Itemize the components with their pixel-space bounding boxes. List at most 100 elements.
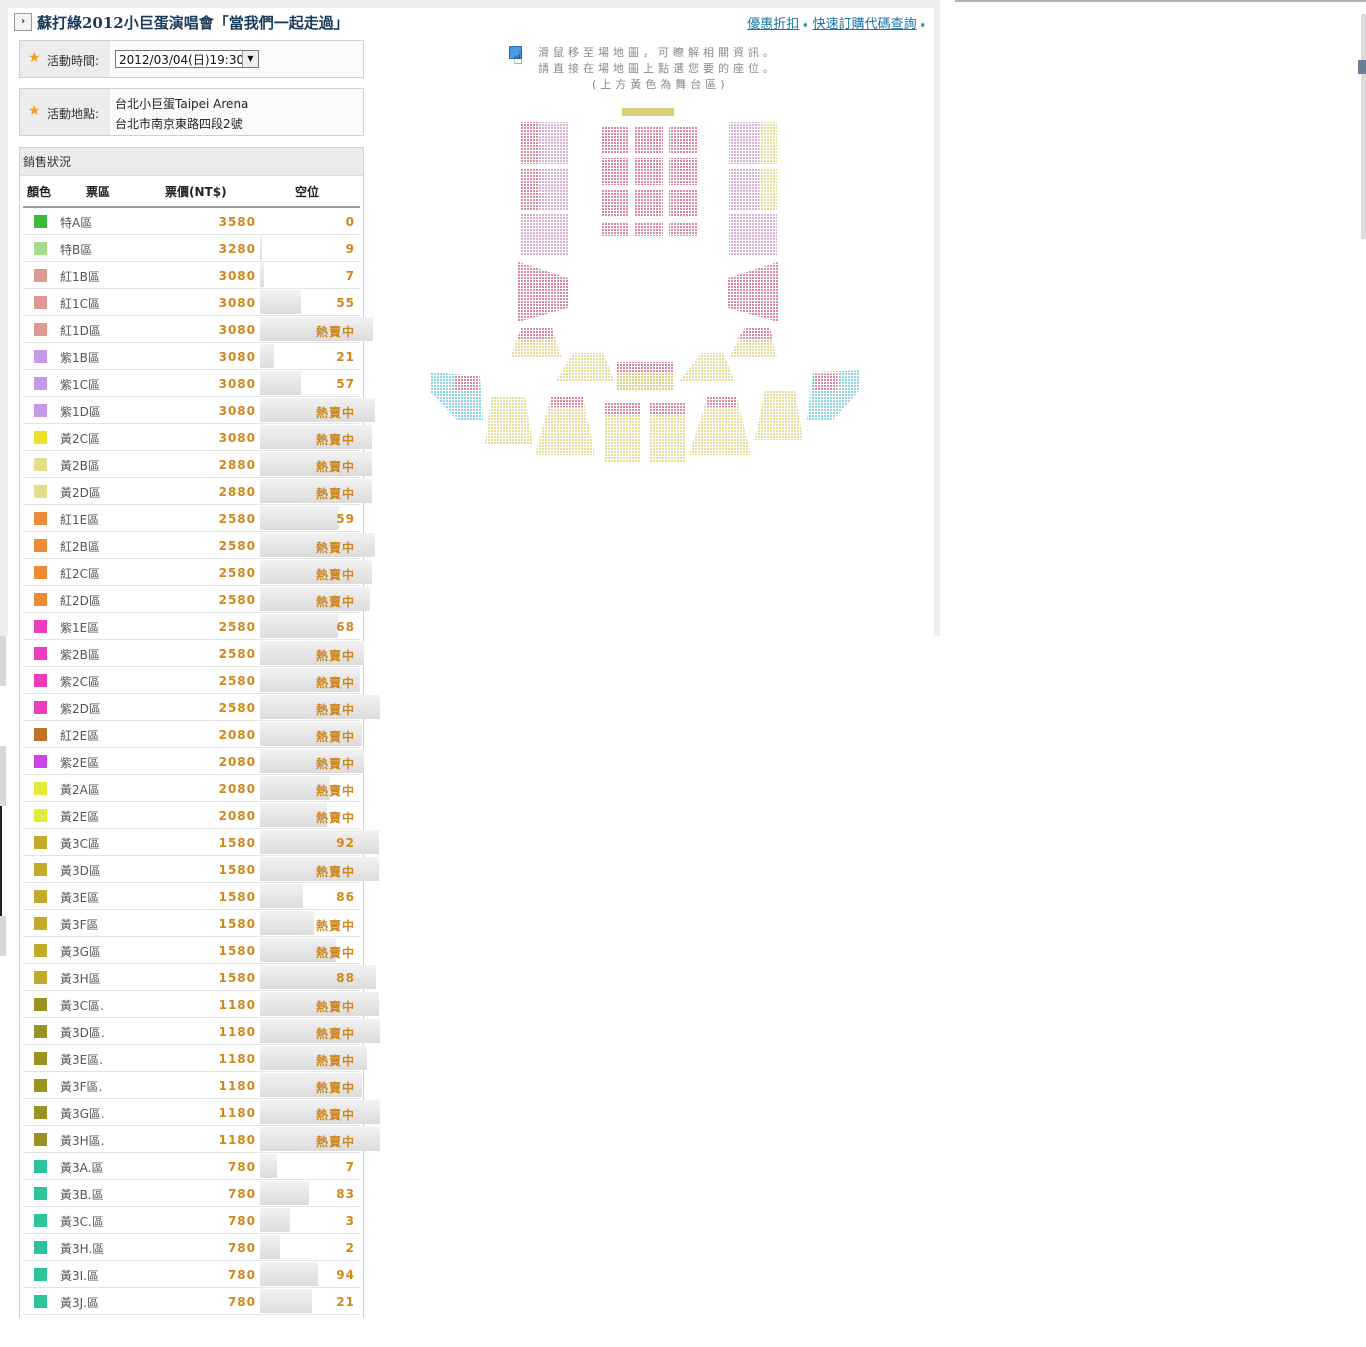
zone-name[interactable]: 黃2A區	[60, 781, 100, 798]
zone-name[interactable]: 黃3D區.	[60, 1024, 105, 1041]
seat-block[interactable]	[635, 222, 663, 236]
seat-block[interactable]	[635, 126, 663, 153]
zone-status: 熱賣中	[315, 1135, 355, 1149]
seat-block[interactable]	[669, 126, 697, 153]
seat-block[interactable]	[517, 328, 555, 340]
seat-block[interactable]	[707, 397, 737, 407]
seat-block[interactable]	[729, 214, 777, 256]
seat-block[interactable]	[737, 328, 773, 340]
zone-price: 3080	[218, 350, 256, 364]
zone-name[interactable]: 紫1D區	[60, 403, 101, 420]
seat-block[interactable]	[601, 190, 629, 217]
zone-name[interactable]: 紫2D區	[60, 700, 101, 717]
zone-name[interactable]: 黃3H.區	[60, 1240, 104, 1257]
seat-block[interactable]	[759, 122, 777, 164]
discount-link[interactable]: 優惠折扣	[747, 17, 799, 32]
zone-price: 3080	[218, 269, 256, 283]
seat-block[interactable]	[649, 402, 685, 414]
zone-name[interactable]: 黃3E區.	[60, 1051, 103, 1068]
availability-bar	[260, 614, 338, 638]
zone-name[interactable]: 黃3D區	[60, 862, 101, 879]
zone-name[interactable]: 紫1C區	[60, 376, 100, 393]
seat-block[interactable]	[555, 353, 615, 382]
scrollbar-track[interactable]	[1361, 14, 1366, 239]
seat-block[interactable]	[601, 222, 629, 236]
seat-block[interactable]	[759, 168, 777, 210]
seat-block[interactable]	[755, 390, 803, 440]
zone-name[interactable]: 黃3F區	[60, 916, 99, 933]
seat-block[interactable]	[455, 376, 479, 390]
zone-name[interactable]: 黃3C.區	[60, 1213, 104, 1230]
zone-name[interactable]: 黃3F區.	[60, 1078, 102, 1095]
zone-name[interactable]: 黃2C區	[60, 430, 100, 447]
zone-color-swatch	[34, 539, 47, 552]
zone-color-swatch	[34, 323, 47, 336]
seat-block[interactable]	[669, 222, 697, 236]
quick-order-link[interactable]: 快速訂購代碼查詢	[813, 17, 917, 32]
chevron-down-icon[interactable]: ▼	[242, 51, 258, 67]
zone-name[interactable]: 黃3B.區	[60, 1186, 104, 1203]
zone-name[interactable]: 黃2E區	[60, 808, 99, 825]
zone-name[interactable]: 黃3C區	[60, 835, 100, 852]
seat-block[interactable]	[518, 262, 568, 322]
seat-block[interactable]	[601, 158, 629, 185]
zone-name[interactable]: 黃3G區	[60, 943, 101, 960]
sales-table-header: 顏色 票區 票價(NT$) 空位	[23, 176, 360, 208]
zone-name[interactable]: 紅2C區	[60, 565, 100, 582]
table-row: 紅1E區 2580 59	[23, 505, 360, 532]
seat-block[interactable]	[617, 362, 673, 372]
seat-block[interactable]	[520, 214, 568, 256]
zone-name[interactable]: 紅1C區	[60, 295, 100, 312]
zone-name[interactable]: 紅1E區	[60, 511, 99, 528]
zone-name[interactable]: 黃3J.區	[60, 1294, 99, 1311]
seat-block[interactable]	[551, 397, 583, 407]
zone-name[interactable]: 黃3E區	[60, 889, 99, 906]
seat-block[interactable]	[635, 158, 663, 185]
zone-name[interactable]: 黃3A.區	[60, 1159, 103, 1176]
page-title: 蘇打綠2012小巨蛋演唱會「當我們一起走過」	[37, 14, 349, 32]
seat-block[interactable]	[520, 168, 538, 210]
stage-block[interactable]	[622, 108, 674, 116]
date-select[interactable]: 2012/03/04(日)19:30 ▼	[115, 50, 259, 68]
zone-name[interactable]: 黃3I.區	[60, 1267, 99, 1284]
zone-color-swatch	[34, 350, 47, 363]
arrow-right-icon: ➧	[801, 20, 810, 31]
zone-name[interactable]: 紅2E區	[60, 727, 99, 744]
zone-name[interactable]: 黃2B區	[60, 457, 100, 474]
seat-map[interactable]	[425, 100, 865, 470]
zone-name[interactable]: 黃3H區	[60, 970, 101, 987]
seat-block[interactable]	[601, 126, 629, 153]
col-color: 顏色	[27, 185, 52, 199]
col-seats: 空位	[295, 185, 320, 199]
zone-name[interactable]: 黃2D區	[60, 484, 101, 501]
zone-name[interactable]: 紅2B區	[60, 538, 100, 555]
table-row: 黃3I.區 780 94	[23, 1261, 360, 1288]
seat-block[interactable]	[813, 374, 837, 390]
scrollbar-thumb[interactable]	[1358, 60, 1366, 74]
zone-name[interactable]: 紅1D區	[60, 322, 101, 339]
zone-name[interactable]: 紅1B區	[60, 268, 100, 285]
zone-name[interactable]: 黃3H區.	[60, 1132, 104, 1149]
seat-block[interactable]	[669, 190, 697, 217]
zone-name[interactable]: 紫2C區	[60, 673, 100, 690]
collapse-arrow-icon[interactable]: ›	[14, 13, 32, 31]
zone-name[interactable]: 紅2D區	[60, 592, 101, 609]
zone-status: 熱賣中	[315, 460, 355, 474]
seat-block[interactable]	[635, 190, 663, 217]
zone-status: 88	[336, 971, 355, 985]
zone-color-swatch	[34, 917, 47, 930]
seat-block[interactable]	[679, 353, 735, 382]
zone-name[interactable]: 黃3C區.	[60, 997, 104, 1014]
zone-name[interactable]: 紫1E區	[60, 619, 99, 636]
zone-name[interactable]: 特A區	[60, 214, 92, 231]
zone-name[interactable]: 特B區	[60, 241, 92, 258]
zone-name[interactable]: 紫2E區	[60, 754, 99, 771]
zone-name[interactable]: 紫2B區	[60, 646, 100, 663]
zone-name[interactable]: 紫1B區	[60, 349, 100, 366]
zone-name[interactable]: 黃3G區.	[60, 1105, 105, 1122]
seat-block[interactable]	[520, 122, 538, 164]
seat-block[interactable]	[669, 158, 697, 185]
seat-block[interactable]	[485, 396, 533, 445]
seat-block[interactable]	[728, 262, 778, 322]
seat-block[interactable]	[605, 402, 641, 414]
